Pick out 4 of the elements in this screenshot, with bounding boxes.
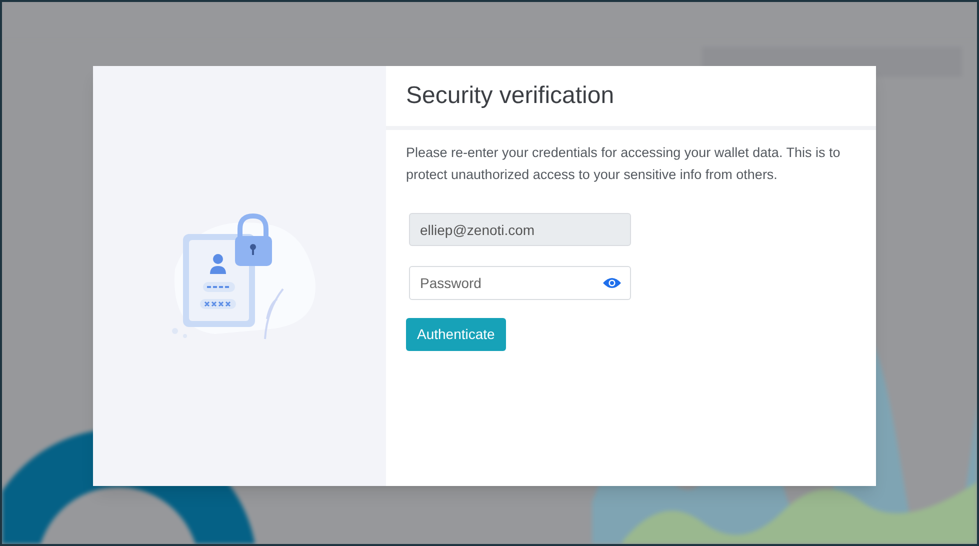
dialog-title: Security verification: [406, 81, 614, 111]
dialog-message: Please re-enter your credentials for accessing your wallet data. This is to protect unauthorized access to your sensitive info from others.: [406, 144, 842, 184]
password-field[interactable]: Password: [409, 266, 631, 300]
show-password-eye-icon[interactable]: [603, 277, 621, 289]
